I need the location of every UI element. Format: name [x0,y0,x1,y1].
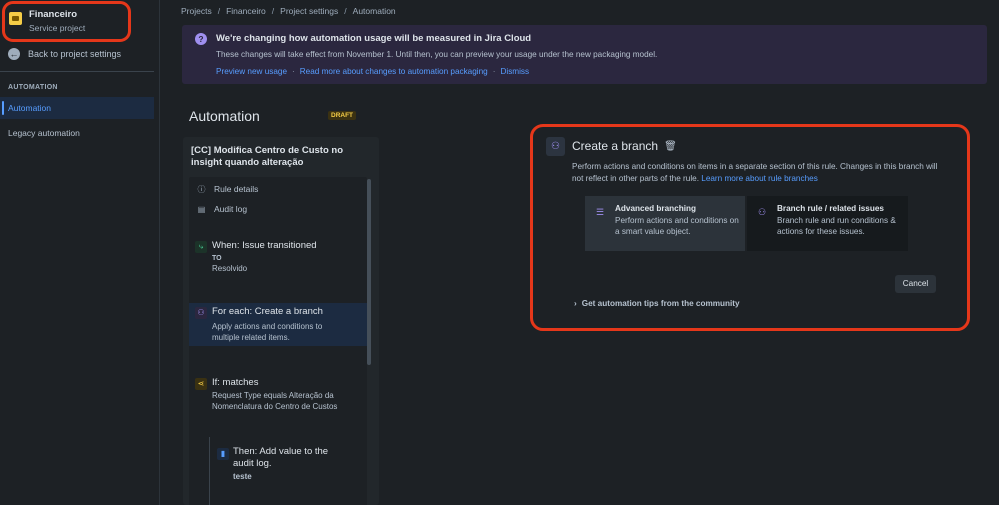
step-sub: Resolvido [212,264,248,273]
rule-step-trigger[interactable]: ⤷ When: Issue transitioned TO Resolvido [189,237,367,281]
breadcrumb-projects[interactable]: Projects [181,6,212,16]
rule-details-item[interactable]: ⓘ Rule details [197,184,259,194]
audit-log-item[interactable]: ▤ Audit log [197,204,247,214]
breadcrumb-project-settings[interactable]: Project settings [280,6,338,16]
info-icon: ⓘ [197,184,206,194]
sidebar-section-label: AUTOMATION [8,84,58,91]
sidebar: Financeiro Service project ← Back to pro… [0,0,160,505]
draft-badge: DRAFT [328,111,357,120]
nesting-line [209,437,210,505]
breadcrumb-automation: Automation [352,6,396,16]
step-title: If: matches [212,377,259,388]
annotation-highlight-project [2,1,131,42]
action-icon: ▮ [217,448,229,460]
step-sub: Request Type equals Alteração da Nomencl… [212,391,338,411]
step-sub: teste [233,472,252,481]
audit-log-label: Audit log [214,204,248,214]
rule-step-action[interactable]: ▮ Then: Add value to the audit log. test… [209,437,367,505]
breadcrumb-separator: / [344,6,347,16]
step-sub-label: TO [212,255,222,262]
step-title: When: Issue transitioned [212,240,317,251]
question-icon: ? [195,33,207,45]
sidebar-item-automation[interactable]: Automation [0,97,154,119]
rule-step-condition[interactable]: ⋖ If: matches Request Type equals Altera… [189,374,367,418]
rule-steps-list: ⓘ Rule details ▤ Audit log ⤷ When: Issue… [189,177,367,505]
step-title: For each: Create a branch [212,306,323,317]
breadcrumb-project[interactable]: Financeiro [226,6,266,16]
banner-title: We're changing how automation usage will… [216,33,532,44]
back-to-project-settings-link[interactable]: ← Back to project settings [8,48,121,60]
condition-icon: ⋖ [195,378,207,390]
back-label: Back to project settings [28,49,122,59]
read-more-link[interactable]: Read more about changes to automation pa… [300,67,488,76]
breadcrumb: Projects / Financeiro / Project settings… [181,6,396,16]
arrow-left-icon: ← [8,48,20,60]
rule-name: [CC] Modifica Centro de Custo no insight… [191,145,343,168]
link-separator: · [292,67,295,76]
step-sub: Apply actions and conditions to multiple… [212,322,323,342]
annotation-highlight-config [530,124,970,331]
rule-step-branch[interactable]: ⚇ For each: Create a branch Apply action… [189,303,367,346]
document-icon: ▤ [197,204,206,214]
step-title: Then: Add value to the audit log. [233,446,329,469]
scrollbar[interactable] [367,179,371,365]
breadcrumb-separator: / [217,6,221,16]
sidebar-item-legacy-automation[interactable]: Legacy automation [8,128,80,138]
rule-panel: [CC] Modifica Centro de Custo no insight… [183,137,379,505]
banner-links: Preview new usage · Read more about chan… [216,67,529,76]
preview-usage-link[interactable]: Preview new usage [216,67,287,76]
sidebar-divider [0,71,154,72]
page-title: Automation [189,108,260,124]
branch-icon: ⚇ [195,307,207,319]
breadcrumb-separator: / [271,6,275,16]
trigger-icon: ⤷ [195,241,207,253]
info-banner: ? We're changing how automation usage wi… [182,25,987,84]
banner-text: These changes will take effect from Nove… [216,50,658,59]
rule-details-label: Rule details [214,184,259,194]
sidebar-item-label: Automation [8,103,51,113]
link-separator: · [492,67,496,76]
dismiss-link[interactable]: Dismiss [500,67,529,76]
